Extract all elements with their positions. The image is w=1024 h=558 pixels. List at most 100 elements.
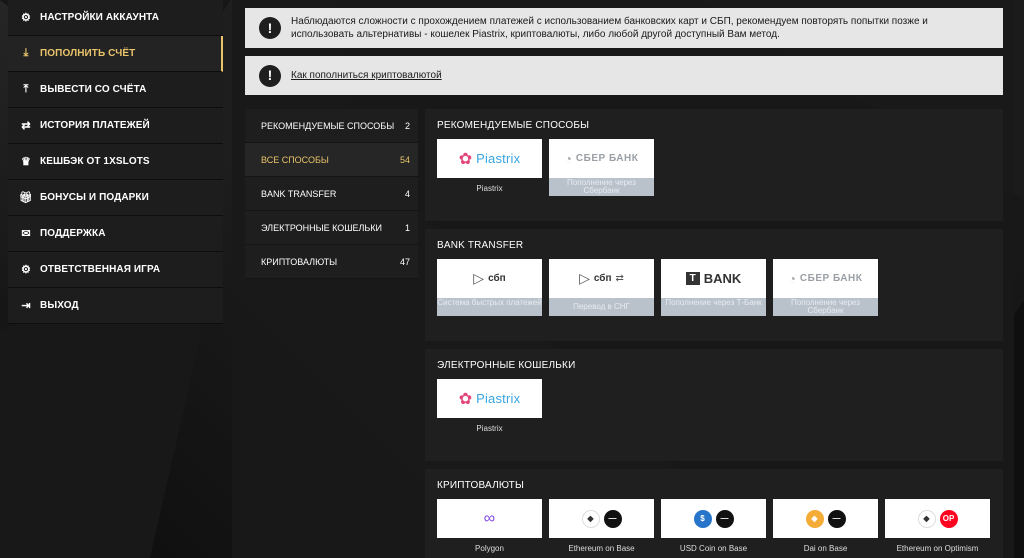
sidebar-item-withdraw[interactable]: ⤒ ВЫВЕСТИ СО СЧЁТА — [8, 72, 223, 108]
usdc-icon: $ — [693, 509, 712, 528]
base-icon: — — [715, 509, 734, 528]
method-card-eth-base[interactable]: ◆ — Ethereum on Base — [549, 499, 654, 558]
flower-icon: ✿ — [458, 390, 473, 408]
section-recommended: РЕКОМЕНДУЕМЫЕ СПОСОБЫ ✿ Piastrix Piastri… — [425, 109, 1003, 221]
crypto-help-link[interactable]: Как пополниться криптовалютой — [291, 69, 442, 82]
category-all[interactable]: ВСЕ СПОСОБЫ 54 — [245, 143, 418, 177]
category-label: BANK TRANSFER — [261, 188, 337, 199]
section-title: ЭЛЕКТРОННЫЕ КОШЕЛЬКИ — [437, 360, 576, 371]
sidebar-item-deposit[interactable]: ⤓ ПОПОЛНИТЬ СЧЁТ — [8, 36, 223, 72]
sidebar-item-label: ПОДДЕРЖКА — [40, 228, 106, 239]
sidebar-item-bonuses[interactable]: 🎁︎ БОНУСЫ И ПОДАРКИ — [8, 180, 223, 216]
sberbank-logo: ◔ СБЕР БАНК — [773, 259, 878, 298]
upload-icon: ⤒ — [23, 83, 29, 95]
sbp-logo: ▷ сбп — [437, 259, 542, 298]
category-count: 1 — [404, 222, 410, 233]
method-card-sbp-cis[interactable]: ▷ сбп ⇄ Перевод в СНГ — [549, 259, 654, 316]
sidebar-item-logout[interactable]: ⇥ ВЫХОД — [8, 288, 223, 324]
ethereum-icon: ◆ — [581, 509, 600, 528]
account-sidebar: ⚙ НАСТРОЙКИ АККАУНТА ⤓ ПОПОЛНИТЬ СЧЁТ ⤒ … — [8, 0, 223, 324]
piastrix-logo: ✿ Piastrix — [437, 379, 542, 418]
sidebar-item-label: ОТВЕТСТВЕННАЯ ИГРА — [40, 264, 161, 275]
method-card-polygon[interactable]: ∞ Polygon — [437, 499, 542, 558]
method-caption: Перевод в СНГ — [549, 298, 654, 316]
sberbank-logo: ◔ СБЕР БАНК — [549, 139, 654, 178]
sidebar-item-label: БОНУСЫ И ПОДАРКИ — [40, 192, 149, 203]
method-label: Ethereum on Optimism — [896, 544, 979, 553]
category-recommended[interactable]: РЕКОМЕНДУЕМЫЕ СПОСОБЫ 2 — [245, 109, 418, 143]
method-caption: Система быстрых платежей — [437, 298, 542, 316]
download-icon: ⤓ — [23, 47, 29, 59]
category-crypto[interactable]: КРИПТОВАЛЮТЫ 47 — [245, 245, 418, 279]
base-icon: — — [603, 509, 622, 528]
method-label: Ethereum on Base — [568, 544, 635, 553]
sidebar-item-label: ИСТОРИЯ ПЛАТЕЖЕЙ — [40, 120, 150, 131]
category-label: ЭЛЕКТРОННЫЕ КОШЕЛЬКИ — [261, 222, 383, 233]
method-card-sberbank[interactable]: ◔ СБЕР БАНК Пополнение через Сбербанк — [549, 139, 654, 200]
crypto-help-notice: ! Как пополниться криптовалютой — [245, 56, 1003, 95]
method-card-piastrix[interactable]: ✿ Piastrix Piastrix — [437, 139, 542, 200]
category-bank-transfer[interactable]: BANK TRANSFER 4 — [245, 177, 418, 211]
sidebar-item-payment-history[interactable]: ⇄ ИСТОРИЯ ПЛАТЕЖЕЙ — [8, 108, 223, 144]
method-label: Piastrix — [476, 184, 503, 193]
method-label: USD Coin on Base — [679, 544, 748, 553]
method-label: Piastrix — [476, 424, 503, 433]
usdc-base-logo: $ — — [661, 499, 766, 538]
sidebar-item-support[interactable]: ✉ ПОДДЕРЖКА — [8, 216, 223, 252]
sbp-arrow-icon: ▷ — [473, 270, 485, 286]
dai-base-logo: ◈ — — [773, 499, 878, 538]
section-title: BANK TRANSFER — [437, 240, 524, 251]
method-card-sberbank[interactable]: ◔ СБЕР БАНК Пополнение через Сбербанк — [773, 259, 878, 316]
category-count: 2 — [404, 120, 410, 131]
exclamation-icon: ! — [259, 64, 281, 87]
category-label: РЕКОМЕНДУЕМЫЕ СПОСОБЫ — [261, 120, 395, 131]
optimism-icon: OP — [939, 509, 958, 528]
sidebar-item-responsible-gaming[interactable]: ⚙ ОТВЕТСТВЕННАЯ ИГРА — [8, 252, 223, 288]
polygon-logo: ∞ — [437, 499, 542, 538]
category-count: 54 — [399, 154, 410, 165]
sber-check-icon: ◔ — [788, 271, 796, 286]
method-card-eth-optimism[interactable]: ◆ OP Ethereum on Optimism — [885, 499, 990, 558]
method-caption: Пополнение через Т-Банк — [661, 298, 766, 316]
gift-icon: 🎁︎ — [18, 192, 34, 204]
arrows-icon: ⇄ — [21, 120, 31, 132]
section-bank-transfer: BANK TRANSFER ▷ сбп Система быстрых плат… — [425, 229, 1003, 341]
method-card-tbank[interactable]: T BANK Пополнение через Т-Банк — [661, 259, 766, 316]
ethereum-icon: ◆ — [917, 509, 936, 528]
sidebar-item-label: КЕШБЭК ОТ 1XSLOTS — [40, 156, 150, 167]
method-card-dai-base[interactable]: ◈ — Dai on Base — [773, 499, 878, 558]
sidebar-item-cashback[interactable]: ♛ КЕШБЭК ОТ 1XSLOTS — [8, 144, 223, 180]
sidebar-item-account-settings[interactable]: ⚙ НАСТРОЙКИ АККАУНТА — [8, 0, 223, 36]
method-caption: Пополнение через Сбербанк — [549, 178, 654, 196]
section-title: КРИПТОВАЛЮТЫ — [437, 480, 524, 491]
method-label: Polygon — [475, 544, 504, 553]
sidebar-item-label: ПОПОЛНИТЬ СЧЁТ — [40, 48, 136, 59]
base-icon: — — [827, 509, 846, 528]
category-count: 47 — [399, 256, 410, 267]
method-label: Dai on Base — [803, 544, 848, 553]
category-e-wallets[interactable]: ЭЛЕКТРОННЫЕ КОШЕЛЬКИ 1 — [245, 211, 418, 245]
crown-icon: ♛ — [21, 156, 31, 168]
envelope-icon: ✉ — [21, 228, 31, 240]
flower-icon: ✿ — [458, 150, 473, 168]
gears-icon: ⚙ — [21, 12, 31, 24]
method-caption: Пополнение через Сбербанк — [773, 298, 878, 316]
method-card-usdc-base[interactable]: $ — USD Coin on Base — [661, 499, 766, 558]
gears-icon: ⚙ — [21, 264, 31, 276]
polygon-icon: ∞ — [483, 509, 496, 527]
eth-optimism-logo: ◆ OP — [885, 499, 990, 538]
category-label: ВСЕ СПОСОБЫ — [261, 154, 329, 165]
deposit-panel: ! Наблюдаются сложности с прохождением п… — [232, 0, 1014, 558]
sidebar-item-label: ВЫХОД — [40, 300, 79, 311]
sidebar-item-label: ВЫВЕСТИ СО СЧЁТА — [40, 84, 147, 95]
method-card-sbp[interactable]: ▷ сбп Система быстрых платежей — [437, 259, 542, 316]
notice-text: Наблюдаются сложности с прохождением пла… — [291, 16, 928, 40]
section-title: РЕКОМЕНДУЕМЫЕ СПОСОБЫ — [437, 120, 590, 131]
dai-icon: ◈ — [805, 509, 824, 528]
sbp-arrow-icon: ▷ — [579, 270, 590, 286]
sbp-logo: ▷ сбп ⇄ — [549, 259, 654, 298]
method-card-piastrix[interactable]: ✿ Piastrix Piastrix — [437, 379, 542, 440]
sber-check-icon: ◔ — [564, 151, 572, 166]
piastrix-logo: ✿ Piastrix — [437, 139, 542, 178]
sidebar-item-label: НАСТРОЙКИ АККАУНТА — [40, 12, 160, 23]
